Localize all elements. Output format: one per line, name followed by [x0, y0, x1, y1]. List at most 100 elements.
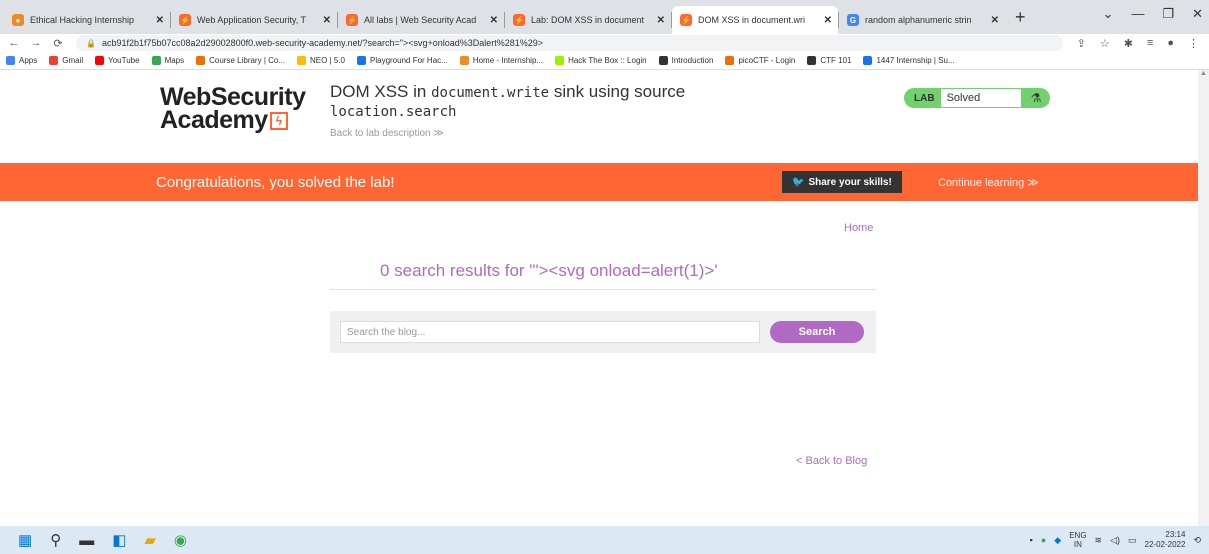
tray-app-icon-3[interactable]: ◆	[1054, 535, 1061, 546]
bookmark-label: Introduction	[671, 56, 714, 65]
lab-title-text: DOM XSS in	[330, 82, 427, 101]
browser-tab[interactable]: Grandom alphanumeric strin ✕	[839, 6, 1005, 34]
lightning-icon: ϟ	[269, 112, 288, 131]
bookmark-item[interactable]: Course Library | Co...	[196, 56, 285, 65]
browser-tab[interactable]: ⚡ Lab: DOM XSS in document ✕	[505, 6, 671, 34]
minimize-button[interactable]: —	[1131, 6, 1144, 22]
bookmark-icon	[807, 56, 817, 65]
tab-title: All labs | Web Security Acad	[364, 15, 477, 25]
maximize-button[interactable]: ❐	[1162, 6, 1174, 22]
star-icon[interactable]: ☆	[1100, 37, 1110, 50]
task-view-icon[interactable]: ▬	[79, 532, 94, 549]
bookmark-item[interactable]: Home - Internship...	[459, 56, 543, 65]
bookmark-item[interactable]: NEO | 5.0	[297, 56, 345, 65]
bookmark-icon	[151, 56, 161, 65]
close-tab-icon[interactable]: ✕	[991, 15, 999, 26]
bookmark-item[interactable]: Gmail	[49, 56, 83, 65]
browser-tab[interactable]: ⚡ DOM XSS in document.wri ✕	[672, 6, 838, 34]
tab-search-icon[interactable]: ⌄	[1103, 6, 1114, 22]
browser-tab[interactable]: ⚡ Web Application Security, T ✕	[171, 6, 337, 34]
bookmark-label: Course Library | Co...	[209, 56, 286, 65]
extensions-icon[interactable]: ✱	[1124, 37, 1133, 50]
back-to-lab-description-link[interactable]: Back to lab description ≫	[330, 128, 444, 139]
search-button[interactable]: Search	[770, 321, 864, 343]
notifications-icon[interactable]: ⟲	[1193, 535, 1201, 546]
tray-app-icon-2[interactable]: ●	[1041, 535, 1046, 545]
bookmark-label: Apps	[19, 56, 38, 65]
congratulations-text: Congratulations, you solved the lab!	[156, 174, 395, 191]
scroll-up-icon[interactable]: ▲	[1198, 70, 1209, 77]
reload-icon[interactable]: ⟳	[50, 37, 66, 50]
web-security-academy-logo[interactable]: WebSecurity Academy ϟ	[160, 85, 306, 134]
browser-tab[interactable]: ⚡ All labs | Web Security Acad ✕	[338, 6, 504, 34]
lang-region: IN	[1073, 540, 1082, 549]
close-tab-icon[interactable]: ✕	[657, 15, 665, 26]
tab-favicon-icon: ●	[12, 14, 24, 26]
tab-title: Lab: DOM XSS in document	[531, 15, 645, 25]
bookmark-label: 1447 Internship | Su...	[876, 56, 955, 65]
windows-start-icon[interactable]: ▦	[18, 531, 32, 549]
bookmark-item[interactable]: 1447 Internship | Su...	[863, 56, 955, 65]
search-icon[interactable]: ⚲	[50, 531, 61, 549]
close-tab-icon[interactable]: ✕	[824, 15, 832, 26]
bookmark-icon	[357, 56, 366, 65]
bookmark-item[interactable]: Hack The Box :: Login	[555, 56, 647, 65]
lab-status-badge: LAB Solved ⚗	[904, 88, 1050, 108]
bookmark-label: NEO | 5.0	[310, 56, 345, 65]
back-arrow-icon[interactable]: ←	[6, 37, 22, 49]
logo-line-2: Academy	[160, 106, 268, 134]
chrome-icon[interactable]: ◉	[174, 531, 187, 549]
close-tab-icon[interactable]: ✕	[490, 15, 498, 26]
bookmark-label: CTF 101	[820, 56, 852, 65]
widgets-icon[interactable]: ◧	[112, 531, 126, 549]
clock[interactable]: 23:14 22-02-2022	[1145, 530, 1186, 550]
lang-code: ENG	[1069, 531, 1087, 540]
flask-icon: ⚗	[1030, 91, 1042, 105]
lab-title-text-2: sink using source	[553, 82, 686, 101]
window-controls: ⌄ — ❐ ✕	[1103, 6, 1203, 22]
search-panel: Search	[330, 311, 876, 353]
bookmark-item[interactable]: Playground For Hac...	[357, 56, 448, 65]
home-link[interactable]: Home	[844, 222, 873, 234]
bookmark-label: Hack The Box :: Login	[568, 56, 647, 65]
bookmark-icon	[658, 56, 668, 65]
results-divider	[330, 289, 876, 290]
solved-banner: Congratulations, you solved the lab! 🐦 S…	[0, 163, 1198, 201]
browser-tab[interactable]: ● Ethical Hacking Internship ✕	[4, 6, 170, 34]
back-to-blog-link[interactable]: < Back to Blog	[796, 455, 867, 467]
close-window-button[interactable]: ✕	[1192, 6, 1203, 22]
tab-favicon-icon: ⚡	[680, 14, 692, 26]
share-icon[interactable]: ⇪	[1077, 37, 1086, 50]
bookmark-item[interactable]: YouTube	[95, 56, 140, 65]
battery-icon[interactable]: ▭	[1128, 535, 1137, 546]
search-blog-input[interactable]	[340, 321, 760, 343]
close-tab-icon[interactable]: ✕	[323, 15, 331, 26]
bookmark-item[interactable]: Introduction	[658, 56, 714, 65]
lab-title-code: document.write	[431, 85, 550, 101]
bookmark-item[interactable]: Maps	[151, 56, 185, 65]
new-tab-button[interactable]: +	[1005, 7, 1036, 28]
profile-avatar[interactable]: ●	[1167, 37, 1174, 50]
url-field[interactable]: 🔒 acb91f2b1f75b07cc08a2d29002800f0.web-s…	[76, 35, 1063, 51]
close-tab-icon[interactable]: ✕	[156, 15, 164, 26]
lock-icon[interactable]: 🔒	[86, 39, 96, 48]
share-skills-button[interactable]: 🐦 Share your skills!	[782, 171, 902, 193]
bookmark-item[interactable]: CTF 101	[807, 56, 851, 65]
bookmark-item[interactable]: Apps	[6, 56, 37, 65]
bookmark-icon	[863, 56, 873, 65]
continue-learning-link[interactable]: Continue learning ≫	[938, 176, 1039, 189]
lab-title-code-2: location.search	[330, 104, 457, 120]
tab-title: Web Application Security, T	[197, 15, 307, 25]
reading-list-icon[interactable]: ≡	[1147, 37, 1153, 50]
volume-icon[interactable]: ◁)	[1110, 535, 1120, 546]
menu-icon[interactable]: ⋮	[1188, 37, 1199, 50]
page-scrollbar[interactable]: ▲	[1198, 70, 1209, 526]
forward-arrow-icon[interactable]: →	[28, 37, 44, 49]
tray-app-icon[interactable]: ▪	[1030, 535, 1033, 545]
language-indicator[interactable]: ENG IN	[1069, 531, 1086, 549]
bookmark-item[interactable]: picoCTF - Login	[725, 56, 795, 65]
twitter-icon: 🐦	[792, 176, 805, 188]
file-explorer-icon[interactable]: ▰	[144, 531, 156, 549]
bookmark-label: Maps	[164, 56, 185, 65]
wifi-icon[interactable]: ≋	[1095, 535, 1103, 546]
